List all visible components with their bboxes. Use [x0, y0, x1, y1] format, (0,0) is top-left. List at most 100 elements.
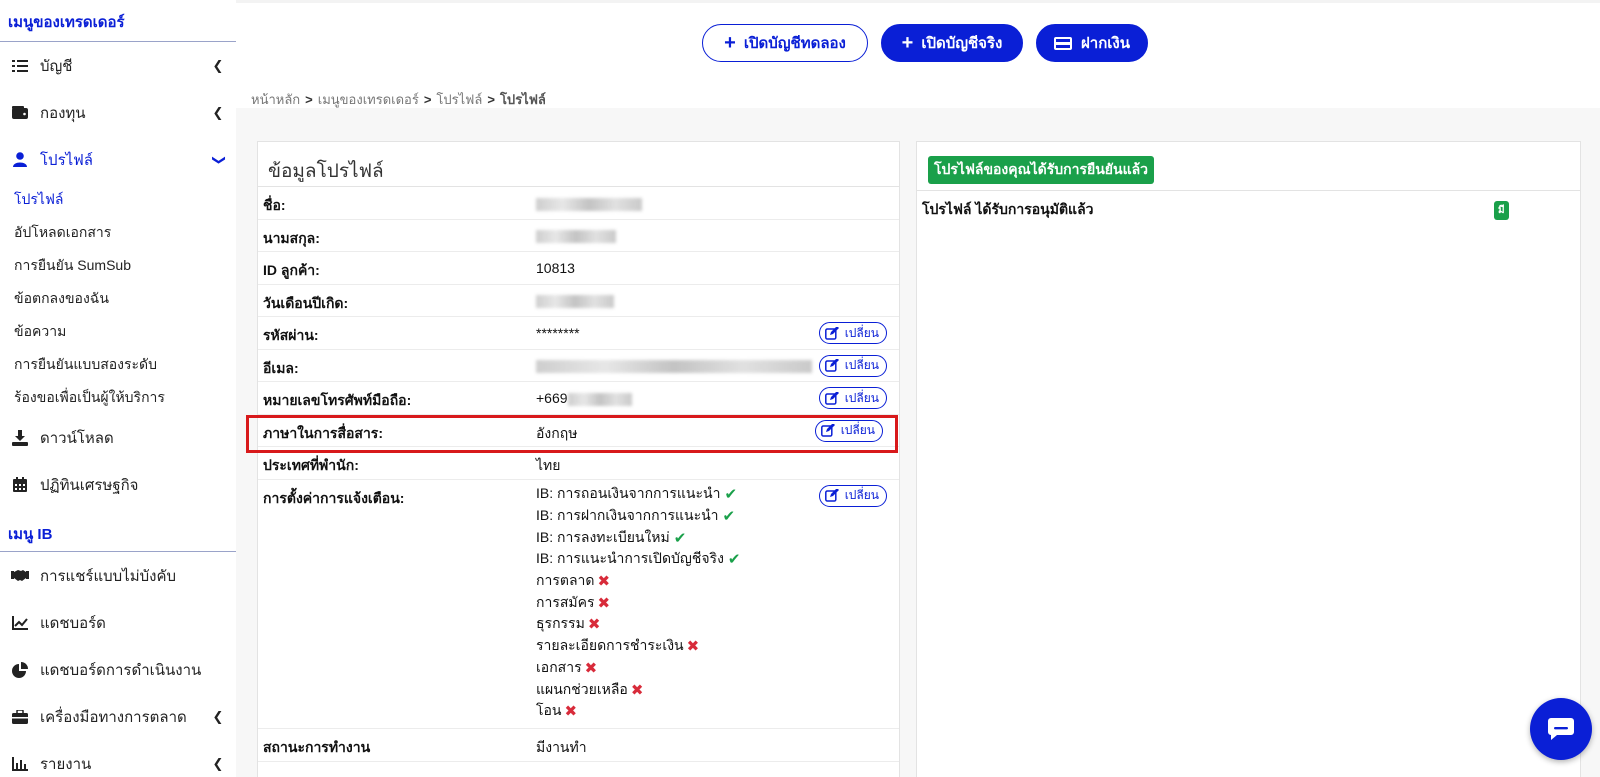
breadcrumb-separator: >: [423, 92, 432, 107]
notification-label: IB: การฝากเงินจากการแนะนำ: [536, 507, 719, 524]
sidebar-item-label: แดชบอร์ด: [40, 614, 106, 632]
deposit-button[interactable]: ฝากเงิน: [1036, 24, 1148, 62]
sidebar-item-reports[interactable]: รายงาน ❮: [0, 740, 236, 777]
download-icon: [10, 429, 30, 446]
notification-item: IB: การแนะนำการเปิดบัญชีจริง ✔: [536, 549, 899, 571]
chevron-left-icon: ❮: [212, 708, 224, 724]
sidebar-item-economic-calendar[interactable]: ปฏิทินเศรษฐกิจ: [0, 461, 236, 508]
list-icon: [10, 58, 30, 74]
notification-item: เอกสาร ✖: [536, 657, 899, 679]
sidebar-item-marketing-tools[interactable]: เครื่องมือทางการตลาด ❮: [0, 693, 236, 740]
sidebar-item-optional-sharing[interactable]: การแชร์แบบไม่บังคับ: [0, 552, 236, 599]
breadcrumb-trader-menu[interactable]: เมนูของเทรดเดอร์: [318, 92, 419, 107]
notification-item: การสมัคร ✖: [536, 592, 899, 614]
notification-label: เอกสาร: [536, 658, 582, 675]
sidebar-subitem-messages[interactable]: ข้อความ: [0, 315, 236, 348]
sidebar-item-label: รายงาน: [40, 755, 92, 773]
sidebar-subitem-profile[interactable]: โปรไฟล์: [0, 183, 236, 216]
redacted-value: [536, 230, 616, 244]
check-icon: ✔: [673, 529, 687, 547]
sidebar-item-account[interactable]: บัญชี ❮: [0, 42, 236, 89]
open-demo-account-button[interactable]: + เปิดบัญชีทดลอง: [702, 24, 868, 62]
sidebar-item-profile[interactable]: โปรไฟล์ ❮: [0, 136, 236, 183]
breadcrumb-current: โปรไฟล์: [499, 92, 546, 107]
change-label: เปลี่ยน: [844, 390, 879, 405]
credit-card-icon: [1054, 36, 1072, 50]
notification-item: แผนกช่วยเหลือ ✖: [536, 679, 899, 701]
change-language-button[interactable]: เปลี่ยน: [814, 419, 883, 442]
sidebar-item-label: ดาวน์โหลด: [40, 429, 114, 447]
change-notifications-button[interactable]: เปลี่ยน: [818, 484, 887, 507]
bar-chart-icon: [10, 756, 30, 772]
sidebar-subitem-two-factor[interactable]: การยืนยันแบบสองระดับ: [0, 348, 236, 381]
notification-item: โอน ✖: [536, 700, 899, 722]
notification-label: แผนกช่วยเหลือ: [536, 680, 628, 697]
row-last-name: นามสกุล:: [258, 220, 899, 252]
sidebar-item-label: ปฏิทินเศรษฐกิจ: [40, 476, 139, 494]
sidebar-subitem-sumsub[interactable]: การยืนยัน SumSub: [0, 249, 236, 282]
row-phone: หมายเลขโทรศัพท์มือถือ: +669 เปลี่ยน: [258, 382, 899, 415]
briefcase-icon: [10, 709, 30, 725]
approved-yes-badge: มี: [1494, 201, 1509, 220]
cross-icon: ✖: [597, 594, 611, 612]
main-content: ข้อมูลโปรไฟล์ ชื่อ: นามสกุล: ID ลูกค้า: …: [236, 108, 1600, 777]
change-email-button[interactable]: เปลี่ยน: [818, 354, 887, 377]
redacted-value: [536, 197, 642, 211]
sidebar-item-label: แดชบอร์ดการดำเนินงาน: [40, 661, 202, 679]
last-name-value: [536, 220, 899, 244]
edit-icon: [824, 391, 839, 405]
row-password: รหัสผ่าน: ******** เปลี่ยน: [258, 317, 899, 350]
edit-icon: [820, 424, 835, 437]
breadcrumb-profile-section[interactable]: โปรไฟล์: [436, 92, 482, 107]
sidebar-item-dashboard[interactable]: แดชบอร์ด: [0, 599, 236, 646]
plus-icon: +: [724, 32, 736, 54]
cross-icon: ✖: [630, 681, 644, 699]
sidebar-item-funds[interactable]: กองทุน ❮: [0, 89, 236, 136]
notification-label: รายละเอียดการชำระเงิน: [536, 637, 684, 654]
panel-title: ข้อมูลโปรไฟล์: [258, 142, 899, 187]
chevron-left-icon: ❮: [212, 755, 224, 771]
chat-button[interactable]: [1530, 698, 1592, 760]
change-password-button[interactable]: เปลี่ยน: [818, 322, 887, 344]
verified-badge: โปรไฟล์ของคุณได้รับการยืนยันแล้ว: [928, 156, 1155, 184]
cross-icon: ✖: [597, 573, 611, 591]
breadcrumb-separator: >: [487, 92, 495, 107]
sidebar-item-download[interactable]: ดาวน์โหลด: [0, 414, 236, 461]
cross-icon: ✖: [686, 638, 700, 656]
row-birth-date: วันเดือนปีเกิด:: [258, 285, 899, 317]
row-label: ภาษาในการสื่อสาร:: [263, 424, 383, 441]
notification-label: IB: การถอนเงินจากการแนะนำ: [536, 485, 721, 502]
sidebar-subitem-upload-documents[interactable]: อัปโหลดเอกสาร: [0, 216, 236, 249]
change-phone-button[interactable]: เปลี่ยน: [818, 387, 887, 409]
row-first-name: ชื่อ:: [258, 187, 899, 220]
notification-label: IB: การลงทะเบียนใหม่: [536, 528, 670, 545]
cross-icon: ✖: [564, 703, 578, 721]
row-client-id: ID ลูกค้า: 10813: [258, 252, 899, 285]
employment-value: มีงานทำ: [536, 739, 587, 756]
sidebar-item-performance-dashboard[interactable]: แดชบอร์ดการดำเนินงาน: [0, 646, 236, 693]
calendar-icon: [10, 477, 30, 493]
open-live-account-button[interactable]: + เปิดบัญชีจริง: [881, 24, 1023, 62]
cross-icon: ✖: [587, 616, 601, 634]
check-icon: ✔: [724, 486, 738, 504]
chevron-left-icon: ❮: [212, 57, 224, 73]
sidebar-subitem-agreements[interactable]: ข้อตกลงของฉัน: [0, 282, 236, 315]
row-email: อีเมล: เปลี่ยน: [258, 350, 899, 382]
row-label: ประเทศที่พำนัก:: [263, 457, 359, 473]
notification-item: รายละเอียดการชำระเงิน ✖: [536, 635, 899, 657]
check-icon: ✔: [722, 508, 736, 526]
change-label: เปลี่ยน: [844, 325, 879, 340]
sidebar-subitem-provider-request[interactable]: ร้องขอเพื่อเป็นผู้ให้บริการ: [0, 381, 236, 414]
row-label: หมายเลขโทรศัพท์มือถือ:: [263, 392, 412, 408]
chart-line-icon: [10, 615, 30, 631]
row-label: นามสกุล:: [263, 229, 320, 246]
edit-icon: [824, 359, 839, 372]
breadcrumb: หน้าหลัก > เมนูของเทรดเดอร์ > โปรไฟล์ > โปรไฟล…: [251, 89, 546, 110]
verification-panel: โปรไฟล์ของคุณได้รับการยืนยันแล้ว โปรไฟล์…: [916, 141, 1581, 777]
notification-label: การตลาด: [536, 572, 595, 589]
notification-item: ธุรกรรม ✖: [536, 614, 899, 636]
breadcrumb-home[interactable]: หน้าหลัก: [251, 92, 300, 107]
sidebar-item-label: บัญชี: [40, 57, 73, 75]
row-label: การตั้งค่าการแจ้งเตือน:: [263, 489, 405, 506]
redacted-value: [567, 392, 632, 406]
